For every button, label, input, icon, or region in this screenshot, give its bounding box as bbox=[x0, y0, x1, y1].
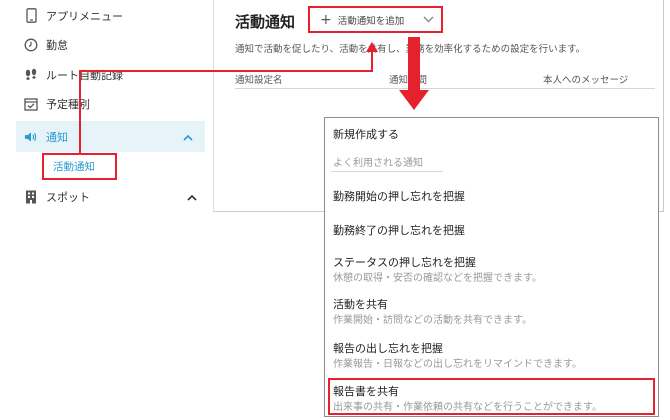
calendar-check-icon bbox=[24, 97, 38, 111]
sidebar-item-attendance[interactable]: 勤怠 bbox=[0, 29, 213, 60]
chevron-up-icon[interactable] bbox=[187, 191, 197, 204]
table-header-divider bbox=[235, 88, 655, 89]
add-notification-button[interactable]: + 活動通知を追加 bbox=[308, 6, 443, 33]
smartphone-icon bbox=[24, 8, 38, 23]
add-notification-menu: 新規作成する よく利用される通知 勤務開始の押し忘れを把握 勤務終了の押し忘れを… bbox=[324, 117, 659, 417]
column-header-message: 本人へのメッセージ bbox=[543, 75, 629, 86]
menu-option-report-forgot[interactable]: 報告の出し忘れを把握 bbox=[333, 340, 443, 356]
sidebar-subitem-activity-notification[interactable]: 活動通知 bbox=[42, 153, 117, 180]
menu-search-input[interactable]: よく利用される通知 bbox=[331, 152, 443, 172]
menu-item-create-new[interactable]: 新規作成する bbox=[333, 126, 399, 142]
sidebar-item-label: ルート自動記録 bbox=[46, 68, 123, 82]
sidebar-item-route-log[interactable]: ルート自動記録 bbox=[0, 59, 213, 90]
sidebar-item-label: 予定種別 bbox=[46, 97, 90, 111]
clock-icon bbox=[24, 38, 38, 52]
menu-option-start-forgot[interactable]: 勤務開始の押し忘れを把握 bbox=[333, 188, 465, 204]
sidebar-item-notification[interactable]: 通知 bbox=[16, 121, 205, 152]
column-header-time: 通知時間 bbox=[389, 75, 428, 86]
menu-option-subtitle: 休憩の取得・安否の確認などを把握できます。 bbox=[333, 273, 542, 284]
plus-icon: + bbox=[320, 11, 332, 28]
footsteps-icon bbox=[24, 68, 38, 82]
menu-option-share-activity[interactable]: 活動を共有 bbox=[333, 296, 388, 312]
sidebar: アプリメニュー 勤怠 ルート自動記録 予定種別 通知 スポット bbox=[0, 0, 214, 212]
sidebar-item-label: 勤怠 bbox=[46, 38, 68, 52]
sidebar-item-label: 通知 bbox=[46, 130, 68, 144]
sidebar-item-spot[interactable]: スポット bbox=[0, 181, 213, 212]
menu-option-status-forgot[interactable]: ステータスの押し忘れを把握 bbox=[333, 254, 476, 270]
building-icon bbox=[24, 190, 38, 204]
sidebar-item-label: アプリメニュー bbox=[46, 9, 123, 23]
menu-option-end-forgot[interactable]: 勤務終了の押し忘れを把握 bbox=[333, 222, 465, 238]
page-title: 活動通知 bbox=[235, 14, 296, 31]
column-header-name: 通知設定名 bbox=[235, 75, 283, 86]
speaker-icon bbox=[24, 130, 38, 144]
add-notification-label: 活動通知を追加 bbox=[337, 15, 405, 27]
chevron-down-icon bbox=[423, 15, 434, 26]
sidebar-item-schedule-type[interactable]: 予定種別 bbox=[0, 88, 213, 119]
menu-option-subtitle: 作業開始・訪問などの活動を共有できます。 bbox=[333, 315, 532, 326]
annotation-highlight-box bbox=[328, 378, 655, 415]
sidebar-item-label: スポット bbox=[46, 190, 90, 204]
sidebar-item-app-menu[interactable]: アプリメニュー bbox=[0, 0, 213, 31]
chevron-up-icon[interactable] bbox=[183, 131, 193, 144]
sidebar-subitem-label: 活動通知 bbox=[53, 161, 95, 173]
page-description: 通知で活動を促したり、活動を共有し、業務を効率化するための設定を行います。 bbox=[235, 44, 586, 55]
menu-option-subtitle: 作業報告・日報などの出し忘れをリマインドできます。 bbox=[333, 359, 582, 370]
